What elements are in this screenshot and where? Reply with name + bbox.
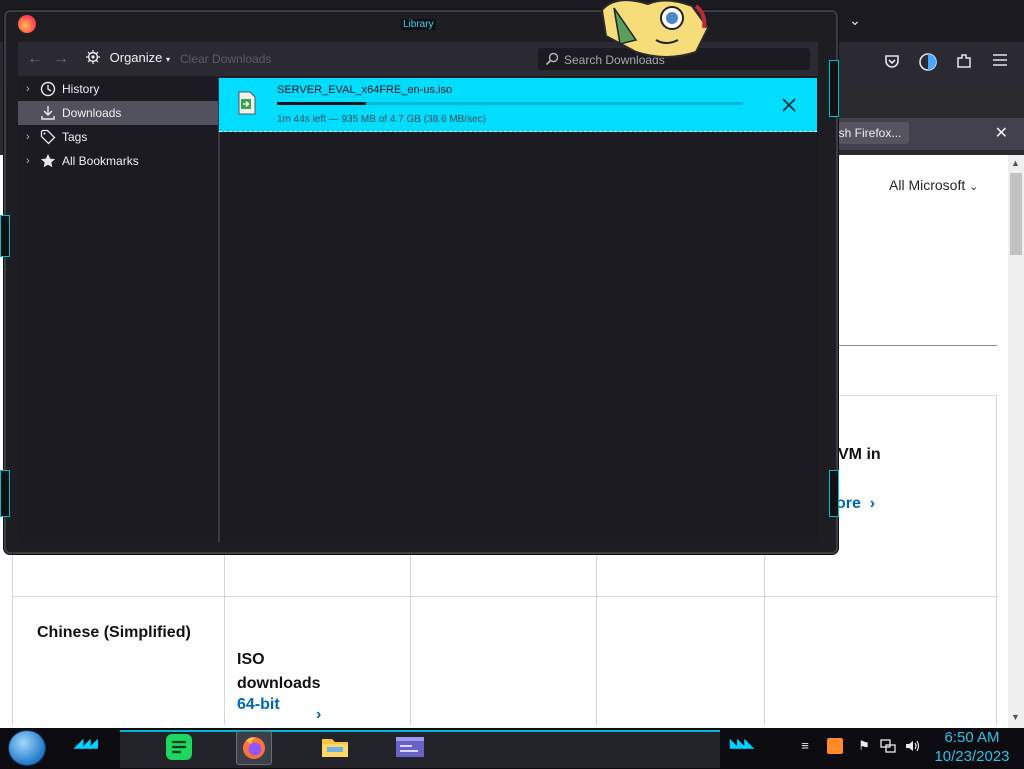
clock-icon bbox=[40, 81, 56, 97]
sidebar-item-label: All Bookmarks bbox=[62, 154, 139, 168]
sidebar-item-label: Tags bbox=[62, 130, 88, 144]
table-border bbox=[12, 596, 997, 597]
table-border bbox=[596, 550, 597, 725]
frame-decoration bbox=[0, 470, 10, 517]
sidebar-item-label: Downloads bbox=[62, 106, 122, 120]
taskbar-app-file-explorer[interactable] bbox=[318, 731, 352, 763]
sidebar-item-downloads[interactable]: Downloads bbox=[18, 101, 218, 125]
download-progress-fill bbox=[277, 102, 366, 105]
taskbar-app-window[interactable] bbox=[393, 731, 427, 763]
table-border bbox=[996, 395, 997, 725]
table-border bbox=[764, 550, 765, 725]
pocket-icon[interactable] bbox=[881, 52, 903, 74]
cancel-download-icon[interactable] bbox=[780, 96, 798, 114]
forward-arrow-icon[interactable]: → bbox=[53, 50, 69, 68]
language-label: Chinese (Simplified) bbox=[37, 624, 191, 641]
back-arrow-icon[interactable]: ← bbox=[27, 50, 43, 68]
firefox-icon bbox=[243, 737, 265, 759]
library-sidebar: › History Downloads › Tags › All Bookmar… bbox=[18, 77, 219, 542]
account-icon[interactable] bbox=[917, 52, 939, 74]
organize-caret: ▾ bbox=[166, 55, 171, 64]
frame-decoration bbox=[829, 60, 839, 117]
download-status: 1m 44s left — 935 MB of 4.7 GB (38.6 MB/… bbox=[277, 114, 486, 125]
sidebar-item-all-bookmarks[interactable]: › All Bookmarks bbox=[18, 149, 218, 173]
app-tray-icon[interactable] bbox=[827, 738, 843, 754]
notification-close-icon[interactable]: ✕ bbox=[995, 123, 1008, 143]
all-microsoft-dropdown[interactable]: All Microsoft ⌄ bbox=[889, 177, 978, 193]
table-border bbox=[12, 550, 13, 725]
taskbar-app-firefox[interactable] bbox=[236, 731, 272, 765]
taskbar-app-notes[interactable] bbox=[162, 731, 196, 763]
flag-icon[interactable]: ⚑ bbox=[856, 738, 872, 754]
chevron-right-icon: › bbox=[865, 495, 876, 512]
download-icon bbox=[41, 106, 55, 120]
all-microsoft-label: All Microsoft bbox=[889, 177, 966, 193]
network-icon[interactable] bbox=[880, 738, 896, 754]
refresh-firefox-button[interactable]: esh Firefox... bbox=[830, 122, 910, 144]
folder-icon bbox=[322, 739, 348, 757]
decorative-chevrons-icon: ◣◣◣ bbox=[730, 736, 754, 750]
iso-line-1: ISO bbox=[237, 651, 265, 668]
sidebar-item-history[interactable]: › History bbox=[18, 77, 218, 101]
64-bit-link[interactable]: 64-bit bbox=[237, 696, 280, 714]
anime-character-sticker-image bbox=[600, 0, 710, 58]
file-icon bbox=[238, 91, 256, 115]
volume-icon[interactable] bbox=[904, 738, 920, 754]
notification-bar: esh Firefox... ✕ bbox=[830, 118, 1024, 150]
gear-icon bbox=[86, 50, 100, 64]
download-progress-bar bbox=[277, 102, 743, 105]
search-icon bbox=[545, 52, 559, 66]
chevron-right-icon: › bbox=[316, 706, 322, 723]
menu-hamburger-icon[interactable] bbox=[989, 52, 1011, 74]
expand-twisty-icon[interactable]: › bbox=[26, 125, 36, 149]
organize-label: Organize bbox=[109, 50, 163, 65]
downloads-list bbox=[219, 77, 818, 542]
decorative-chevrons-icon: ◢◢◢ bbox=[74, 736, 98, 750]
table-border bbox=[410, 550, 411, 725]
star-icon bbox=[40, 154, 56, 168]
expand-twisty-icon[interactable]: › bbox=[26, 149, 36, 173]
scrollbar-thumb[interactable] bbox=[1010, 173, 1022, 255]
clear-downloads-button[interactable]: Clear Downloads bbox=[180, 52, 271, 66]
extensions-icon[interactable] bbox=[953, 52, 975, 74]
firefox-logo-icon bbox=[18, 15, 36, 33]
clock-date: 10/23/2023 bbox=[934, 748, 1010, 765]
card-title: VM in bbox=[838, 446, 881, 463]
frame-decoration bbox=[0, 215, 10, 257]
clock-time: 6:50 AM bbox=[944, 729, 1000, 746]
scroll-down-arrow-icon[interactable]: ▼ bbox=[1011, 712, 1020, 722]
sidebar-item-label: History bbox=[62, 82, 100, 96]
iso-downloads-heading: ISO downloads bbox=[237, 648, 321, 696]
start-button[interactable] bbox=[8, 730, 46, 766]
tab-list-chevron-icon[interactable]: ⌄ bbox=[845, 12, 865, 32]
table-border bbox=[834, 395, 997, 396]
expand-twisty-icon[interactable]: › bbox=[26, 77, 36, 101]
scroll-up-arrow-icon[interactable]: ▲ bbox=[1011, 158, 1020, 168]
organize-menu-button[interactable]: Organize ▾ bbox=[86, 50, 170, 65]
sidebar-item-tags[interactable]: › Tags bbox=[18, 125, 218, 149]
frame-decoration bbox=[829, 470, 839, 517]
tag-icon bbox=[40, 129, 56, 145]
notes-app-icon bbox=[166, 734, 192, 760]
app-window-icon bbox=[396, 737, 424, 757]
learn-more-link[interactable]: ore › bbox=[836, 495, 875, 513]
page-scrollbar[interactable]: ▲ ▼ bbox=[1008, 155, 1024, 728]
window-title: Library bbox=[401, 19, 436, 30]
download-filename: SERVER_EVAL_x64FRE_en-us.iso bbox=[277, 84, 453, 96]
system-clock[interactable]: 6:50 AM 10/23/2023 bbox=[930, 728, 1014, 766]
iso-line-2: downloads bbox=[237, 675, 321, 692]
table-border bbox=[224, 550, 225, 725]
show-hidden-icons-icon[interactable]: ≡ bbox=[797, 738, 813, 754]
chevron-down-icon: ⌄ bbox=[969, 181, 979, 193]
learn-more-label: ore bbox=[836, 495, 861, 512]
